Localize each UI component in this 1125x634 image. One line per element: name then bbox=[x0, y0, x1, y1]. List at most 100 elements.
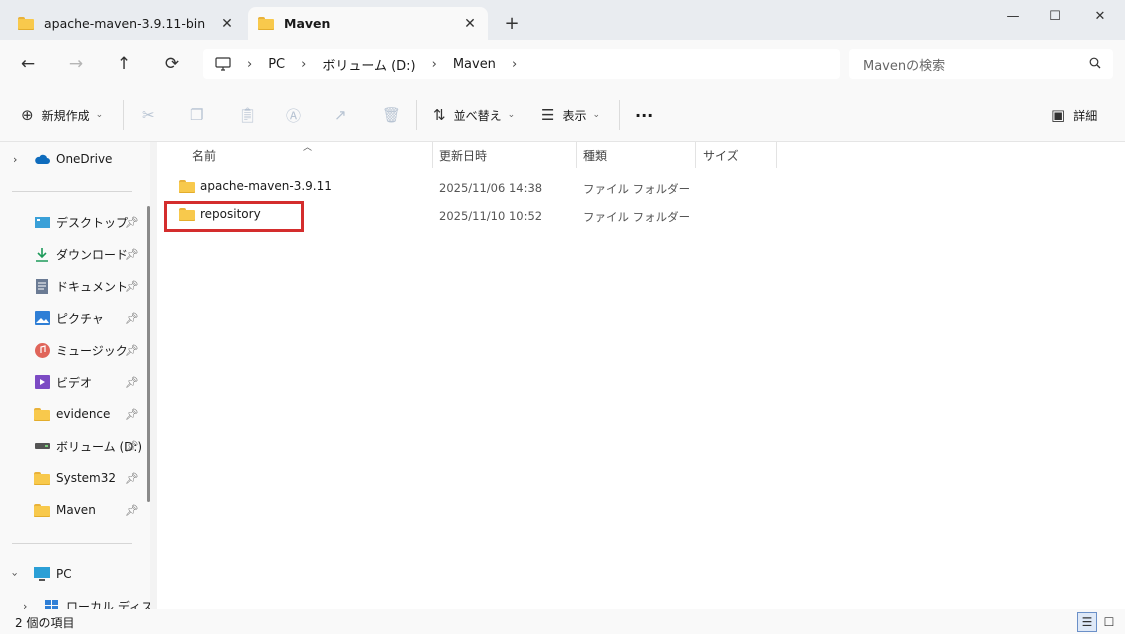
tiles-view-button[interactable]: ☐ bbox=[1099, 612, 1119, 632]
pin-icon[interactable]: 📌︎ bbox=[125, 472, 139, 485]
view-label: 表示 bbox=[562, 108, 587, 123]
folder-icon bbox=[34, 470, 50, 486]
tab-apache-maven[interactable]: apache-maven-3.9.11-bin ✕ bbox=[8, 7, 245, 40]
folder-icon bbox=[34, 502, 50, 518]
sidebar-item-onedrive[interactable]: › OneDrive bbox=[0, 146, 150, 172]
sidebar-item-label: ミュージック bbox=[56, 343, 128, 358]
sidebar-item-videos[interactable]: ビデオ 📌︎ bbox=[0, 369, 150, 395]
column-header-size[interactable]: サイズ bbox=[703, 142, 739, 168]
back-button[interactable]: ← bbox=[16, 52, 40, 76]
pin-icon[interactable]: 📌︎ bbox=[125, 376, 139, 389]
breadcrumb-separator[interactable]: › bbox=[301, 57, 306, 72]
sidebar-item-pictures[interactable]: ピクチャ 📌︎ bbox=[0, 305, 150, 331]
copy-button[interactable]: ❐ bbox=[190, 103, 211, 127]
sidebar-item-system32[interactable]: System32 📌︎ bbox=[0, 465, 150, 491]
sidebar-item-label: OneDrive bbox=[56, 152, 113, 166]
search-box[interactable]: Mavenの検索 bbox=[849, 49, 1113, 79]
navigation-bar: ← → ↑ ⟳ › PC › ボリューム (D:) › Maven › Mave… bbox=[0, 40, 1125, 88]
file-row[interactable]: apache-maven-3.9.11 2025/11/06 14:38 ファイ… bbox=[157, 173, 1125, 201]
up-button[interactable]: ↑ bbox=[112, 52, 136, 76]
sidebar-item-desktop[interactable]: デスクトップ 📌︎ bbox=[0, 209, 150, 235]
sidebar-item-maven[interactable]: Maven 📌︎ bbox=[0, 497, 150, 523]
chevron-right-icon[interactable]: › bbox=[13, 153, 17, 166]
search-icon[interactable] bbox=[1089, 57, 1101, 72]
pin-icon[interactable]: 📌︎ bbox=[125, 216, 139, 229]
music-icon bbox=[34, 342, 50, 358]
sidebar-item-label: ダウンロード bbox=[56, 247, 129, 262]
pin-icon[interactable]: 📌︎ bbox=[125, 248, 139, 261]
sort-button[interactable]: ⇅ 並べ替え ⌄ bbox=[433, 103, 515, 127]
sidebar-item-label: ピクチャ bbox=[56, 311, 104, 326]
forward-button[interactable]: → bbox=[64, 52, 88, 76]
folder-icon bbox=[179, 207, 195, 221]
sidebar-item-local-disk[interactable]: › ローカル ディスク bbox=[10, 593, 150, 609]
pin-icon[interactable]: 📌︎ bbox=[125, 344, 139, 357]
rename-button[interactable]: Ⓐ bbox=[286, 103, 309, 127]
delete-button[interactable]: 🗑︎ bbox=[382, 103, 409, 127]
column-header-type[interactable]: 種類 bbox=[583, 142, 607, 168]
breadcrumb-separator[interactable]: › bbox=[247, 57, 252, 72]
navigation-pane: › OneDrive デスクトップ 📌︎ ダウンロード 📌︎ ドキュメント 📌︎… bbox=[0, 142, 150, 609]
details-view-button[interactable]: ☰ bbox=[1077, 612, 1097, 632]
breadcrumb-volume-d[interactable]: ボリューム (D:) bbox=[322, 55, 415, 74]
sidebar-item-label: Maven bbox=[56, 503, 96, 517]
breadcrumb-separator[interactable]: › bbox=[432, 57, 437, 72]
tab-close-icon[interactable]: ✕ bbox=[219, 16, 235, 32]
new-tab-button[interactable]: + bbox=[502, 14, 522, 34]
sidebar-item-label: PC bbox=[56, 567, 72, 581]
sidebar-scrollbar[interactable] bbox=[147, 206, 150, 502]
details-pane-button[interactable]: ▣ 詳細 bbox=[1051, 103, 1097, 127]
search-input[interactable]: Mavenの検索 bbox=[863, 55, 1089, 74]
chevron-down-icon[interactable]: › bbox=[9, 572, 22, 576]
tab-close-icon[interactable]: ✕ bbox=[462, 16, 478, 32]
pin-icon[interactable]: 📌︎ bbox=[125, 408, 139, 421]
file-row[interactable]: repository 2025/11/10 10:52 ファイル フォルダー bbox=[157, 201, 1125, 229]
breadcrumb-separator[interactable]: › bbox=[512, 57, 517, 72]
pin-icon[interactable]: 📌︎ bbox=[125, 312, 139, 325]
tab-maven[interactable]: Maven ✕ bbox=[248, 7, 488, 40]
file-list: ︿ 名前 更新日時 種類 サイズ apache-maven-3.9.11 202… bbox=[157, 142, 1125, 609]
sidebar-item-label: ビデオ bbox=[56, 375, 93, 390]
minimize-button[interactable]: — bbox=[993, 4, 1033, 28]
file-date: 2025/11/06 14:38 bbox=[439, 181, 543, 195]
more-options-button[interactable]: ··· bbox=[635, 103, 653, 127]
sidebar-item-label: evidence bbox=[56, 407, 111, 421]
sidebar-item-music[interactable]: ミュージック 📌︎ bbox=[0, 337, 150, 363]
title-bar: apache-maven-3.9.11-bin ✕ Maven ✕ + — ☐ … bbox=[0, 0, 1125, 40]
view-button[interactable]: ☰ 表示 ⌄ bbox=[541, 103, 600, 127]
cut-button[interactable]: ✂ bbox=[142, 103, 163, 127]
command-bar: ⊕ 新規作成 ⌄ ✂ ❐ 📋︎ Ⓐ ↗ 🗑︎ ⇅ 並べ替え ⌄ ☰ 表示 ⌄ ·… bbox=[0, 88, 1125, 142]
rename-icon: Ⓐ bbox=[286, 106, 302, 125]
sidebar-item-volume-d[interactable]: ボリューム (D:) 📌︎ bbox=[0, 433, 150, 459]
pin-icon[interactable]: 📌︎ bbox=[125, 504, 139, 517]
maximize-button[interactable]: ☐ bbox=[1035, 4, 1075, 28]
paste-button[interactable]: 📋︎ bbox=[238, 103, 265, 127]
sidebar-item-evidence[interactable]: evidence 📌︎ bbox=[0, 401, 150, 427]
breadcrumb-maven[interactable]: Maven bbox=[453, 57, 496, 72]
sort-label: 並べ替え bbox=[453, 108, 502, 123]
chevron-right-icon[interactable]: › bbox=[23, 600, 27, 610]
copy-icon: ❐ bbox=[190, 106, 204, 124]
sidebar-item-documents[interactable]: ドキュメント 📌︎ bbox=[0, 273, 150, 299]
desktop-icon bbox=[34, 214, 50, 230]
tab-label: Maven bbox=[284, 16, 331, 31]
pin-icon[interactable]: 📌︎ bbox=[125, 440, 139, 453]
chevron-down-icon: ⌄ bbox=[592, 110, 601, 120]
sidebar-item-label: ローカル ディスク bbox=[66, 599, 150, 610]
column-header-date[interactable]: 更新日時 bbox=[439, 142, 487, 168]
folder-icon bbox=[258, 17, 274, 30]
share-icon: ↗ bbox=[334, 106, 347, 124]
folder-icon bbox=[34, 406, 50, 422]
column-header-name[interactable]: 名前 bbox=[192, 142, 216, 168]
address-bar[interactable]: › PC › ボリューム (D:) › Maven › bbox=[203, 49, 840, 79]
share-button[interactable]: ↗ bbox=[334, 103, 355, 127]
breadcrumb-pc[interactable]: PC bbox=[268, 57, 285, 72]
sidebar-item-downloads[interactable]: ダウンロード 📌︎ bbox=[0, 241, 150, 267]
close-window-button[interactable]: ✕ bbox=[1080, 4, 1120, 28]
clipboard-icon: 📋︎ bbox=[238, 106, 258, 124]
new-button[interactable]: ⊕ 新規作成 ⌄ bbox=[21, 103, 103, 127]
refresh-button[interactable]: ⟳ bbox=[160, 52, 184, 76]
sidebar-item-pc[interactable]: › PC bbox=[0, 561, 150, 587]
pin-icon[interactable]: 📌︎ bbox=[125, 280, 139, 293]
computer-icon[interactable] bbox=[215, 56, 231, 72]
